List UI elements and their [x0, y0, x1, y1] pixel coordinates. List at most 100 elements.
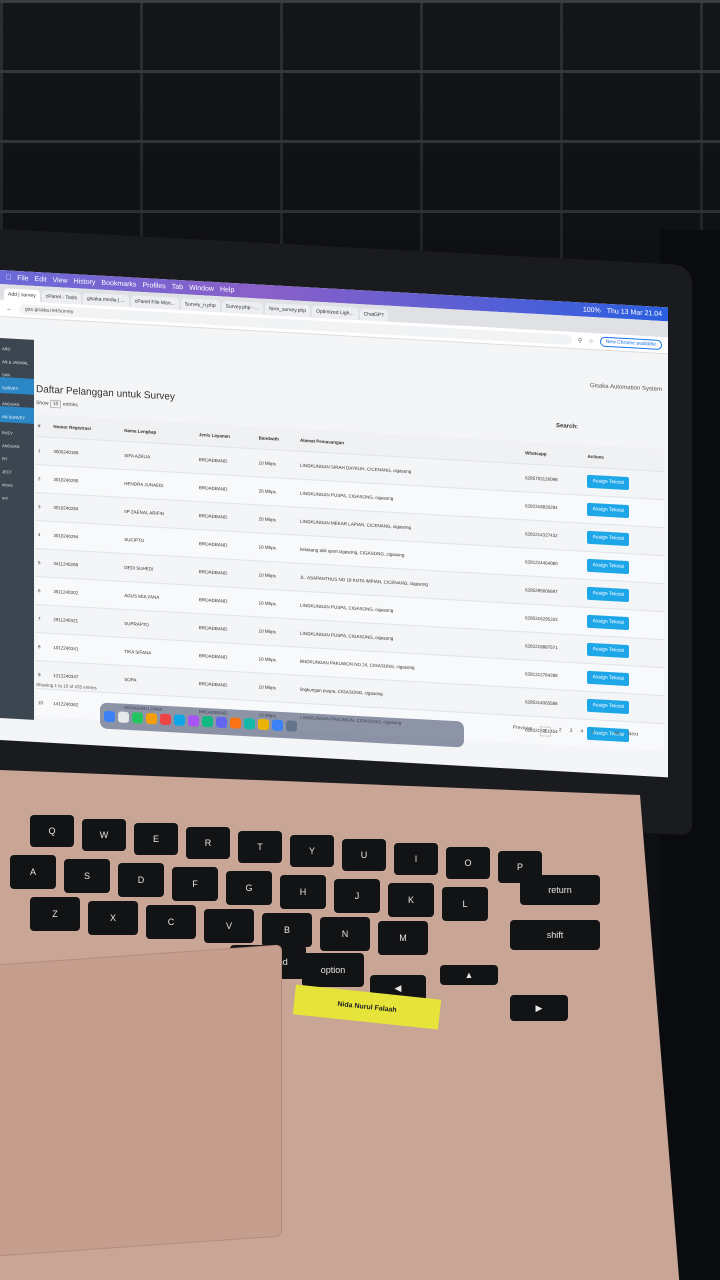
assign-teknisi-button[interactable]: Assign Teknisi: [587, 586, 630, 603]
assign-teknisi-button[interactable]: Assign Teknisi: [587, 502, 630, 519]
key[interactable]: Y: [290, 835, 334, 867]
entries-select[interactable]: 10: [49, 399, 62, 409]
option-key[interactable]: option: [302, 953, 364, 987]
zoom-icon[interactable]: ⚲: [578, 337, 582, 344]
bookmark-star-icon[interactable]: ☆: [588, 337, 593, 344]
back-icon[interactable]: ←: [6, 305, 13, 312]
sidebar-item[interactable]: RVEY: [0, 422, 34, 437]
trash-icon[interactable]: [286, 719, 297, 732]
sidebar-item-active[interactable]: AN SURVEY: [0, 406, 34, 424]
key[interactable]: U: [342, 839, 386, 871]
assign-teknisi-button[interactable]: Assign Teknisi: [587, 558, 630, 575]
tab[interactable]: Optimized Ligh...: [312, 305, 358, 320]
column-header[interactable]: #: [36, 414, 52, 438]
assign-teknisi-button[interactable]: Assign Teknisi: [587, 530, 630, 547]
column-header[interactable]: Jenis Layanan: [196, 423, 257, 449]
key[interactable]: C: [146, 905, 196, 939]
menu-bookmarks[interactable]: Bookmarks: [101, 279, 136, 288]
app-icon[interactable]: [230, 716, 241, 729]
return-key[interactable]: return: [520, 875, 600, 905]
tab[interactable]: Add | survey: [4, 288, 40, 303]
key[interactable]: W: [82, 819, 126, 851]
menu-profiles[interactable]: Profiles: [142, 281, 165, 289]
menu-file[interactable]: File: [17, 274, 28, 282]
page-link[interactable]: 44: [614, 730, 620, 740]
tab[interactable]: form_survey.php: [265, 302, 311, 318]
key[interactable]: S: [64, 859, 110, 893]
sidebar-item[interactable]: ANGGAN: [0, 393, 34, 408]
chrome-icon[interactable]: [160, 713, 171, 725]
sidebar-item-survey[interactable]: SURVEY: [0, 377, 34, 395]
tab[interactable]: cPanel - Tools: [41, 290, 82, 305]
key[interactable]: O: [446, 847, 490, 879]
finder-icon[interactable]: [104, 710, 115, 722]
assign-teknisi-button[interactable]: Assign Teknisi: [587, 698, 630, 715]
launchpad-icon[interactable]: [118, 710, 129, 723]
assign-teknisi-button[interactable]: Assign Teknisi: [587, 614, 630, 631]
menu-help[interactable]: Help: [220, 286, 234, 294]
app-icon[interactable]: [216, 716, 227, 728]
key[interactable]: Q: [30, 815, 74, 847]
key[interactable]: H: [280, 875, 326, 909]
page-link[interactable]: Next: [628, 731, 638, 742]
app-icon[interactable]: [132, 711, 143, 724]
app-icon[interactable]: [258, 718, 269, 730]
shift-key[interactable]: shift: [510, 920, 600, 950]
app-icon[interactable]: [188, 714, 199, 727]
tab[interactable]: Survey.php - ...: [221, 300, 264, 315]
page-link[interactable]: ...: [602, 730, 606, 740]
app-icon[interactable]: [146, 712, 157, 724]
key[interactable]: M: [378, 921, 428, 955]
app-icon[interactable]: [174, 713, 185, 726]
menu-edit[interactable]: Edit: [35, 275, 47, 283]
page-link[interactable]: 5: [591, 729, 594, 739]
whatsapp-icon[interactable]: [202, 715, 213, 727]
menu-window[interactable]: Window: [189, 284, 214, 292]
sidebar-item[interactable]: ARD: [0, 338, 34, 353]
page-link[interactable]: 1: [540, 726, 551, 737]
key[interactable]: G: [226, 871, 272, 905]
assign-teknisi-button[interactable]: Assign Teknisi: [587, 474, 630, 491]
arrow-up-key[interactable]: ▲: [440, 965, 498, 985]
page-link[interactable]: Previous: [513, 725, 532, 736]
sidebar-item[interactable]: out: [0, 487, 34, 502]
page-link[interactable]: 2: [559, 727, 562, 737]
trackpad[interactable]: [0, 944, 282, 1258]
sidebar-item[interactable]: nboxs: [0, 474, 34, 489]
menu-view[interactable]: View: [53, 276, 68, 284]
key[interactable]: I: [394, 843, 438, 875]
sidebar-item[interactable]: RY: [0, 448, 34, 463]
page-link[interactable]: 4: [580, 728, 583, 738]
chrome-update-button[interactable]: New Chrome available: [599, 336, 662, 351]
app-icon[interactable]: [244, 717, 255, 730]
key[interactable]: Z: [30, 897, 80, 931]
key[interactable]: D: [118, 863, 164, 897]
column-header[interactable]: Bandwith: [256, 426, 299, 452]
key[interactable]: F: [172, 867, 218, 901]
menu-history[interactable]: History: [74, 278, 96, 286]
menu-tab[interactable]: Tab: [172, 283, 183, 291]
key[interactable]: J: [334, 879, 380, 913]
app-icon[interactable]: [272, 718, 283, 731]
key[interactable]: L: [442, 887, 488, 921]
apple-icon[interactable]: : [6, 274, 11, 281]
battery-status[interactable]: 100%: [583, 306, 601, 314]
key[interactable]: E: [134, 823, 178, 855]
clock[interactable]: Thu 13 Mar 21.04: [607, 307, 662, 317]
tab[interactable]: Survey_n.php: [180, 298, 220, 313]
key[interactable]: V: [204, 909, 254, 943]
key[interactable]: T: [238, 831, 282, 863]
sidebar-item[interactable]: SAN: [0, 364, 34, 379]
arrow-right-key[interactable]: ▶: [510, 995, 568, 1021]
page-link[interactable]: 3: [570, 728, 573, 738]
key[interactable]: N: [320, 917, 370, 951]
key[interactable]: K: [388, 883, 434, 917]
tab[interactable]: ChatGPT: [359, 308, 389, 322]
sidebar-item[interactable]: ANGGAN: [0, 435, 34, 450]
sidebar-item[interactable]: AN & JADWAL: [0, 351, 34, 366]
sidebar-item[interactable]: JECT: [0, 461, 34, 476]
tab[interactable]: gisaka.media | ...: [83, 292, 129, 308]
assign-teknisi-button[interactable]: Assign Teknisi: [587, 642, 630, 659]
key[interactable]: R: [186, 827, 230, 859]
key[interactable]: A: [10, 855, 56, 889]
